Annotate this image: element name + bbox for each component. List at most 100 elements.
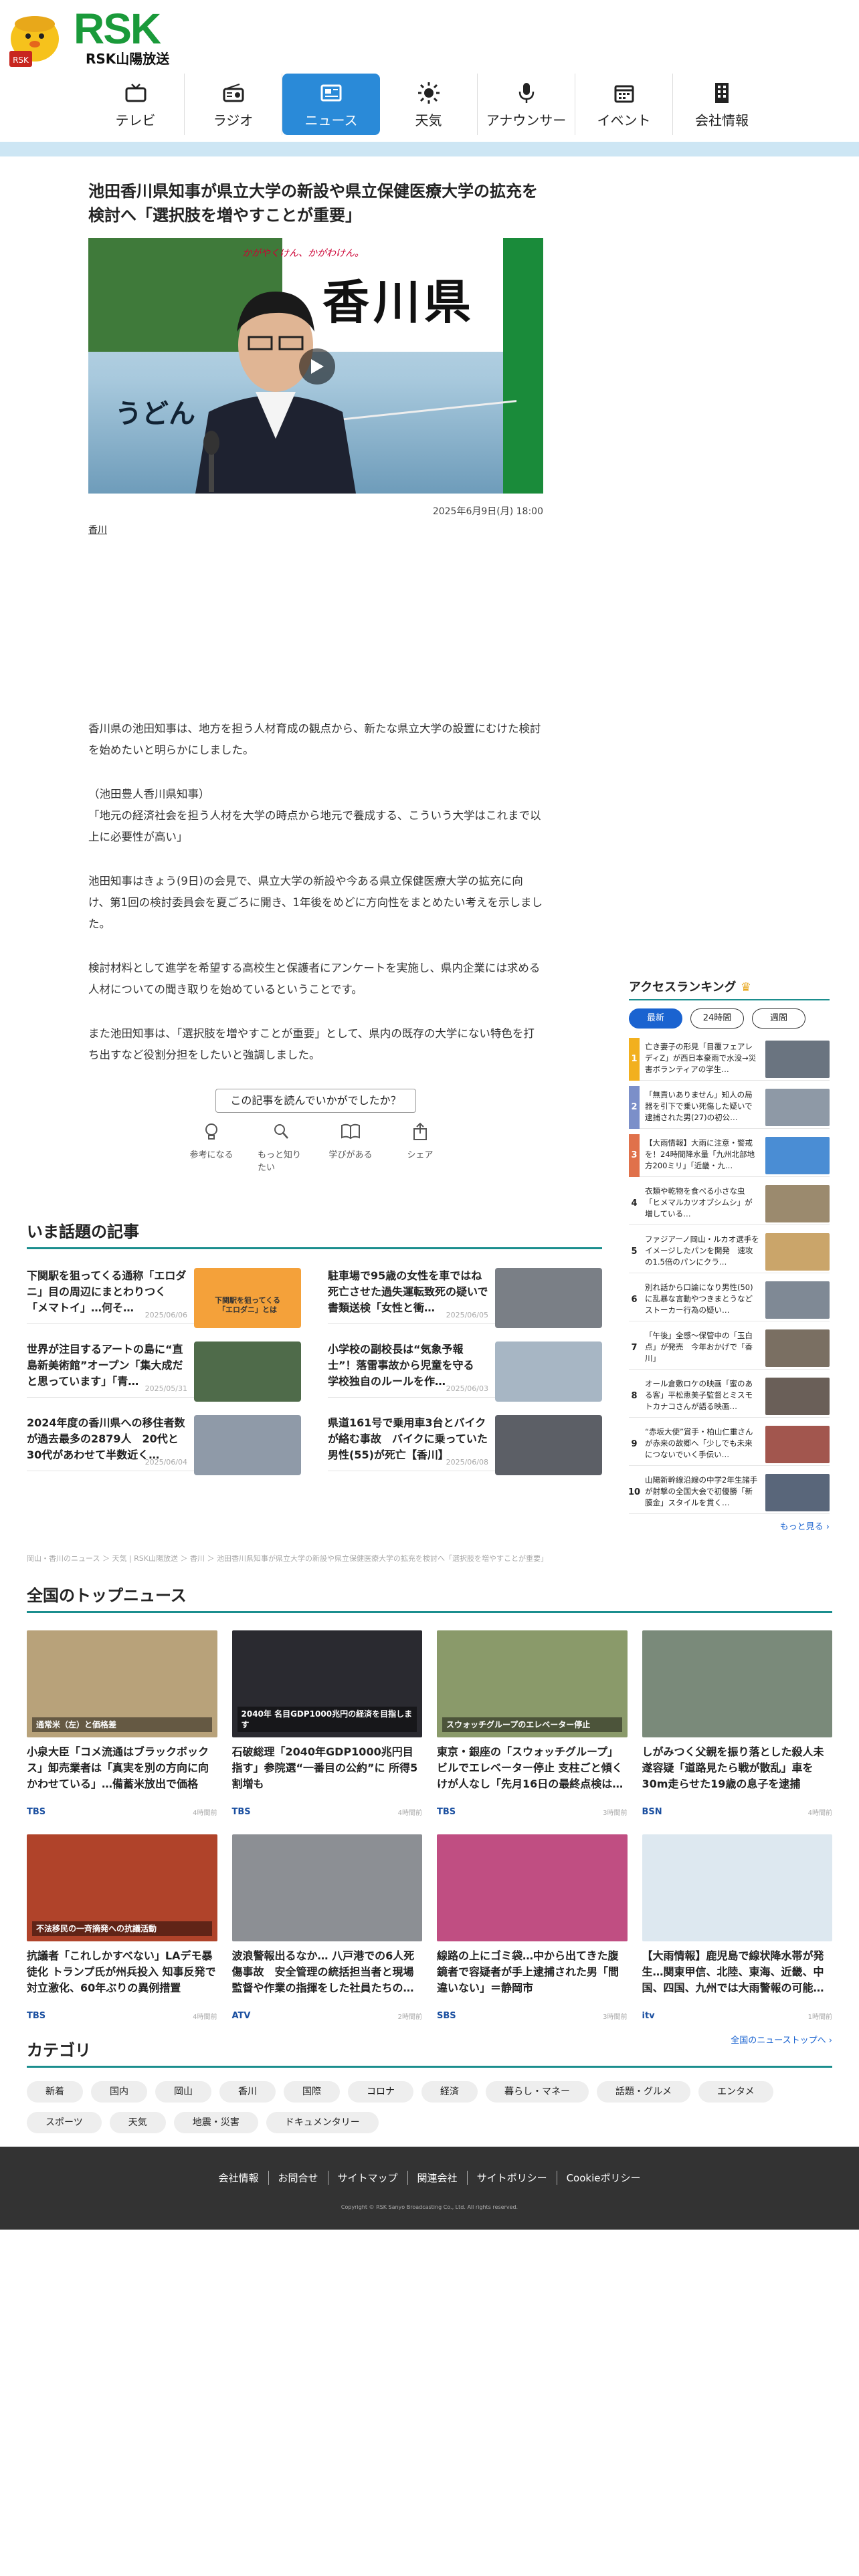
category-chip[interactable]: 岡山 xyxy=(155,2081,211,2103)
ranking-item[interactable]: 1 亡き妻子の形見「目覆フェアレディZ」が西日本豪雨で水没→災害ボランティアの学生… xyxy=(629,1037,830,1081)
footer-link[interactable]: サイトポリシー xyxy=(468,2171,557,2185)
topnews-card[interactable]: 【大雨情報】鹿児島で線状降水帯が発生…関東甲信、北陸、東海、近畿、中国、四国、九… xyxy=(642,1834,832,2024)
topnews-thumbnail: 不法移民の一斉摘発への抗議活動 xyxy=(27,1834,217,1941)
ranking-thumbnail xyxy=(765,1088,830,1126)
trending-title: 県道161号で乗用車3台とバイクが絡む事故 バイクに乗っていた男性(55)が死亡… xyxy=(328,1416,488,1461)
nav-item-tv[interactable]: テレビ xyxy=(87,74,185,135)
topnews-source: BSN xyxy=(642,1807,662,1817)
category-chip[interactable]: スポーツ xyxy=(27,2112,102,2133)
ranking-tab[interactable]: 24時間 xyxy=(690,1008,744,1029)
category-chip[interactable]: 天気 xyxy=(109,2112,166,2133)
ranking-thumbnail xyxy=(765,1329,830,1367)
topnews-source: TBS xyxy=(27,1807,46,1817)
nav-item-label: 会社情報 xyxy=(695,112,749,128)
article-video[interactable]: かがやくけん、かがわけん。 香川県 うどん xyxy=(88,238,543,494)
article-date: 2025年6月9日(月) 18:00 xyxy=(432,506,543,517)
category-chip[interactable]: 香川 xyxy=(219,2081,276,2103)
nav-item-building[interactable]: 会社情報 xyxy=(673,74,771,135)
reaction-buttons: 参考になる もっと知りたい 学びがある シェア xyxy=(88,1122,543,1173)
category-chip[interactable]: 国際 xyxy=(284,2081,340,2103)
ranking-item[interactable]: 4 衣類や乾物を食べる小さな虫「ヒメマルカツオブシムシ」が増している… xyxy=(629,1182,830,1225)
footer-link[interactable]: 関連会社 xyxy=(408,2171,468,2185)
trending-item[interactable]: 下関駅を狙ってくる通称「エロダニ」目の周辺にまとわりつく「メマトイ」…何そ… 20… xyxy=(27,1260,301,1328)
category-chip[interactable]: 新着 xyxy=(27,2081,83,2103)
reaction-question: この記事を読んでいかがでしたか？ xyxy=(215,1089,416,1113)
trending-title: 2024年度の香川県への移住者数が過去最多の2879人 20代と30代があわせて… xyxy=(27,1416,185,1461)
thumbnail-caption: スウォッチグループのエレベーター停止 xyxy=(442,1717,622,1732)
trending-date: 2025/06/08 xyxy=(446,1458,488,1467)
rsk-logo[interactable]: RSK RSK山陽放送 xyxy=(74,7,181,70)
nav-item-news[interactable]: ニュース xyxy=(282,74,380,135)
ranking-item[interactable]: 9 “赤坂大使”賞手・柏山仁重さんが赤来の故郷へ「少しでも未来につないでいく手伝い… xyxy=(629,1423,830,1466)
ranking-title: 別れ話から口論になり男性(50)に乱暴な言動やつきまとうなどストーカー行為の疑い… xyxy=(645,1282,753,1315)
category-chip[interactable]: 話題・グルメ xyxy=(597,2081,690,2103)
trending-item[interactable]: 世界が注目するアートの島に“直島新美術館”オープン「集大成だと思っています」「青… xyxy=(27,1333,301,1402)
ranking-title: オール倉敷ロケの映画「蜜のある客」平松恵美子監督とミスモトカナコさんが語る映画… xyxy=(645,1378,753,1411)
category-chip[interactable]: 地震・災害 xyxy=(173,2112,258,2133)
category-chip[interactable]: 経済 xyxy=(421,2081,478,2103)
topnews-card[interactable]: スウォッチグループのエレベーター停止 東京・銀座の「スウォッチグループ」ビルでエレ… xyxy=(437,1630,628,1820)
topnews-title: 小泉大臣「コメ流通はブラックボックス」卸売業者は「真実を別の方向に向かわせている… xyxy=(27,1745,209,1790)
reaction-button[interactable]: 参考になる xyxy=(188,1122,235,1173)
footer-link[interactable]: サイトマップ xyxy=(328,2171,408,2185)
breadcrumb[interactable]: 岡山・香川のニュース ＞ 天気 | RSK山陽放送 ＞ 香川 ＞ 池田香川県知事… xyxy=(27,1553,548,1564)
ranking-item[interactable]: 5 ファジアーノ岡山・ルカオ選手をイメージしたパンを開発 速攻の1.5倍のパンにク… xyxy=(629,1230,830,1273)
trending-thumbnail xyxy=(495,1415,602,1475)
ranking-item[interactable]: 7 「午後」全感～保管中の「玉白点」が発売 今年おかげで「香川」 xyxy=(629,1327,830,1370)
article-tag[interactable]: 香川 xyxy=(88,523,543,536)
topnews-title: 【大雨情報】鹿児島で線状降水帯が発生…関東甲信、北陸、東海、近畿、中国、四国、九… xyxy=(642,1949,824,1994)
site-footer: 会社情報 お問合せ サイトマップ 関連会社 サイトポリシー Cookieポリシー Copy… xyxy=(0,2147,859,2230)
topnews-card[interactable]: しがみつく父親を振り落とした殺人未遂容疑「道路見たら戦が散乱」車を30m走らせた… xyxy=(642,1630,832,1820)
reaction-button[interactable]: 学びがある xyxy=(327,1122,374,1173)
nav-item-calendar[interactable]: イベント xyxy=(575,74,673,135)
ranking-more-link[interactable]: もっと見る › xyxy=(629,1519,830,1532)
reaction-button[interactable]: もっと知りたい xyxy=(258,1122,304,1173)
category-chip[interactable]: エンタメ xyxy=(698,2081,773,2103)
news-icon xyxy=(318,80,344,106)
ranking-item[interactable]: 3 【大雨情報】大雨に注意・警戒を！24時間降水量「九州北部地方200ミリ」「近畿… xyxy=(629,1134,830,1177)
footer-link[interactable]: 会社情報 xyxy=(209,2171,269,2185)
trending-date: 2025/06/06 xyxy=(145,1311,187,1319)
topnews-card[interactable]: 2040年 名目GDP1000兆円の経済を目指します 石破総理「2040年GDP1… xyxy=(231,1630,422,1820)
ranking-item[interactable]: 6 別れ話から口論になり男性(50)に乱暴な言動やつきまとうなどストーカー行為の疑… xyxy=(629,1279,830,1321)
trending-item[interactable]: 小学校の副校長は“気象予報士”！落雷事故から児童を守る 学校独自のルールを作… 2… xyxy=(328,1333,602,1402)
global-nav: テレビ ラジオ ニュース 天気 アナウンサー イベント 会社情報 xyxy=(87,74,772,135)
trending-item[interactable]: 2024年度の香川県への移住者数が過去最多の2879人 20代と30代があわせて… xyxy=(27,1407,301,1475)
category-chip[interactable]: 暮らし・マネー xyxy=(486,2081,589,2103)
ranking-tab[interactable]: 週間 xyxy=(752,1008,805,1029)
reaction-button[interactable]: シェア xyxy=(397,1122,444,1173)
header-divider-bar xyxy=(0,142,859,156)
trending-item[interactable]: 駐車場で95歳の女性を車ではね死亡させた過失運転致死の疑いで書類送検「女性と衝…… xyxy=(328,1260,602,1328)
article-paragraph: 香川県の池田知事は、地方を担う人材育成の観点から、新たな県立大学の設置にむけた検… xyxy=(88,722,541,756)
topnews-time: 4時間前 xyxy=(397,1810,422,1817)
category-chip[interactable]: 国内 xyxy=(91,2081,147,2103)
mascot-logo-icon[interactable]: RSK xyxy=(4,9,66,71)
nav-item-sun[interactable]: 天気 xyxy=(380,74,478,135)
play-button[interactable] xyxy=(299,348,335,385)
ranking-item[interactable]: 2 「無責いありません」知人の局器を引下で乗い死傷した疑いで逮捕された男(27)の… xyxy=(629,1085,830,1129)
ranking-item[interactable]: 10 山陽新幹線沿線の中学2年生諸手が射撃の全国大会で初優勝「新膜金」スタイルを貫… xyxy=(628,1471,830,1514)
topnews-card[interactable]: 不法移民の一斉摘発への抗議活動 抗議者「これしかすべない」LAデモ暴徒化 トランプ… xyxy=(27,1834,217,2024)
footer-link[interactable]: Cookieポリシー xyxy=(557,2171,650,2185)
topnews-source: TBS xyxy=(437,1807,456,1817)
topnews-source: itv xyxy=(642,2011,655,2021)
categories-section: カテゴリ 新着 国内 岡山 香川 国際 コロナ 経済 暮らし・マネー 話題・グルメ エンタメ スポー… xyxy=(27,2037,832,2133)
trending-thumbnail xyxy=(495,1268,602,1328)
nav-item-microphone[interactable]: アナウンサー xyxy=(478,74,575,135)
topnews-card[interactable]: 線路の上にゴミ袋…中から出てきた腹鏡者で容疑者が手上逮捕された男「間違いない」＝… xyxy=(437,1834,628,2024)
ranking-item[interactable]: 8 オール倉敷ロケの映画「蜜のある客」平松恵美子監督とミスモトカナコさんが語る映画… xyxy=(629,1375,830,1418)
nav-item-radio[interactable]: ラジオ xyxy=(185,74,282,135)
trending-item[interactable]: 県道161号で乗用車3台とバイクが絡む事故 バイクに乗っていた男性(55)が死亡… xyxy=(328,1407,602,1475)
category-chip[interactable]: コロナ xyxy=(348,2081,413,2103)
topnews-card[interactable]: 波浪警報出るなか… 八戸港での6人死傷事故 安全管理の統括担当者と現場監督や作業… xyxy=(231,1834,422,2024)
topnews-title: 線路の上にゴミ袋…中から出てきた腹鏡者で容疑者が手上逮捕された男「間違いない」＝… xyxy=(437,1949,619,1994)
ranking-title: 衣類や乾物を食べる小さな虫「ヒメマルカツオブシムシ」が増している… xyxy=(645,1186,753,1218)
ranking-title: 「無責いありません」知人の局器を引下で乗い死傷した疑いで逮捕された男(27)の初… xyxy=(645,1089,753,1122)
topnews-time: 4時間前 xyxy=(807,1810,832,1817)
footer-link[interactable]: お問合せ xyxy=(269,2171,328,2185)
trending-heading: いま話題の記事 xyxy=(27,1218,602,1249)
trending-thumbnail xyxy=(194,1415,301,1475)
ranking-tab[interactable]: 最新 xyxy=(629,1008,682,1029)
category-chip[interactable]: ドキュメンタリー xyxy=(266,2112,379,2133)
topnews-card[interactable]: 通常米（左）と価格差 小泉大臣「コメ流通はブラックボックス」卸売業者は「真実を別の… xyxy=(27,1630,217,1820)
